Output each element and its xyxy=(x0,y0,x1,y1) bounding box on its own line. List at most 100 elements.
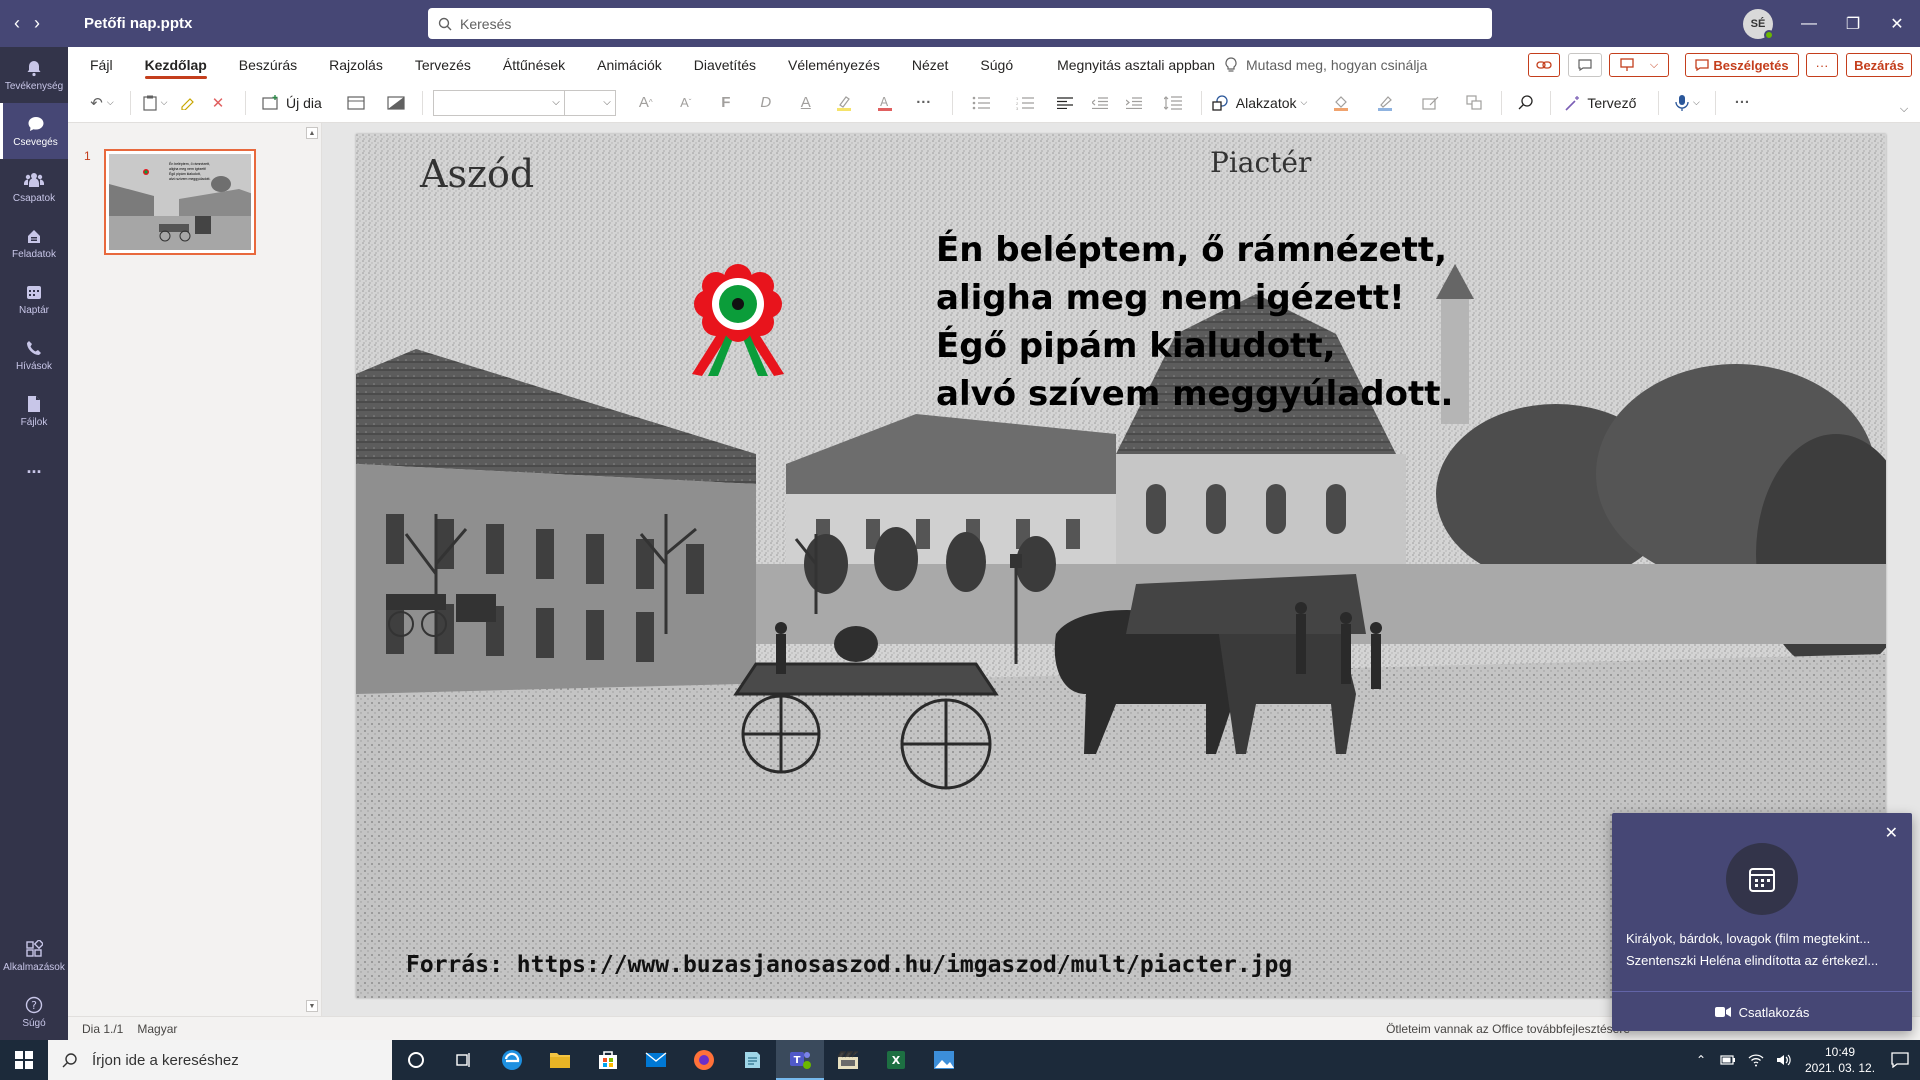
meeting-notification-toast[interactable]: ✕ Királyok, bárdok, lovagok (film megtek… xyxy=(1612,813,1912,1031)
taskbar-clapperboard-app[interactable] xyxy=(824,1040,872,1080)
share-link-button[interactable] xyxy=(1528,53,1560,77)
designer-button[interactable]: Tervező xyxy=(1565,89,1636,117)
rail-item-calendar[interactable]: Naptár xyxy=(0,271,68,327)
thumbnail-scrollbar[interactable]: ▲ ▼ xyxy=(302,123,322,1016)
increase-indent-button[interactable] xyxy=(1117,89,1151,117)
close-document-button[interactable]: Bezárás xyxy=(1846,53,1912,77)
new-slide-button[interactable]: Új dia xyxy=(262,89,322,117)
numbering-button[interactable]: 123 xyxy=(1003,89,1047,117)
italic-button[interactable]: D xyxy=(746,89,786,117)
rail-item-teams[interactable]: Csapatok xyxy=(0,159,68,215)
tab-design[interactable]: Tervezés xyxy=(399,47,487,83)
shape-outline-button[interactable] xyxy=(1365,89,1409,117)
tab-help[interactable]: Súgó xyxy=(964,47,1029,83)
comments-button[interactable] xyxy=(1568,53,1602,77)
grow-font-button[interactable]: A ^ xyxy=(626,89,666,117)
maximize-button[interactable]: ❐ xyxy=(1830,0,1876,47)
font-color-button[interactable]: A xyxy=(866,89,906,117)
font-family-dropdown[interactable]: ⌵ xyxy=(432,89,565,116)
taskbar-photos[interactable] xyxy=(920,1040,968,1080)
slide-thumbnail[interactable]: Én beléptem, ő rámnézett, aligha meg nem… xyxy=(104,149,256,255)
rail-item-chat[interactable]: Csevegés xyxy=(0,103,68,159)
arrange-button[interactable] xyxy=(1453,89,1497,117)
taskbar-notes-app[interactable] xyxy=(728,1040,776,1080)
tab-view[interactable]: Nézet xyxy=(896,47,965,83)
dictate-button[interactable]: ⌵ xyxy=(1665,89,1709,117)
collapse-ribbon-chevron-icon[interactable]: ⌵ xyxy=(1896,95,1912,123)
taskbar-mail[interactable] xyxy=(632,1040,680,1080)
join-meeting-button[interactable]: Csatlakozás xyxy=(1612,993,1912,1031)
tell-me-input[interactable]: Mutasd meg, hogyan csinálja xyxy=(1224,47,1427,83)
underline-button[interactable]: A xyxy=(786,89,826,117)
source-caption[interactable]: Forrás: https://www.buzasjanosaszod.hu/i… xyxy=(406,952,1292,978)
layout-button[interactable] xyxy=(336,89,376,117)
wifi-icon[interactable] xyxy=(1748,1053,1764,1067)
open-in-desktop-button[interactable]: Megnyitás asztali appban xyxy=(1029,47,1231,83)
taskbar-clock[interactable]: 10:49 2021. 03. 12. xyxy=(1800,1044,1880,1076)
tab-review[interactable]: Véleményezés xyxy=(772,47,896,83)
action-center-button[interactable] xyxy=(1880,1040,1920,1080)
chat-conversation-button[interactable]: Beszélgetés xyxy=(1685,53,1799,77)
close-icon[interactable]: ✕ xyxy=(1885,823,1898,843)
back-arrow-icon[interactable]: ‹ xyxy=(14,13,20,34)
paste-button[interactable]: ⌵ xyxy=(137,89,173,117)
volume-icon[interactable] xyxy=(1776,1053,1792,1067)
undo-button[interactable]: ↶ ⌵ xyxy=(82,89,122,117)
minimize-button[interactable]: — xyxy=(1786,0,1832,47)
delete-icon[interactable]: ✕ xyxy=(203,89,233,117)
present-button[interactable]: ⌵ xyxy=(1609,53,1669,77)
taskbar-firefox[interactable] xyxy=(680,1040,728,1080)
tab-draw[interactable]: Rajzolás xyxy=(313,47,399,83)
highlight-button[interactable] xyxy=(826,89,866,117)
tab-slideshow[interactable]: Diavetítés xyxy=(678,47,772,83)
shrink-font-button[interactable]: Aˇ xyxy=(666,89,706,117)
rail-item-calls[interactable]: Hívások xyxy=(0,327,68,383)
avatar[interactable]: SÉ xyxy=(1743,9,1774,40)
tab-home[interactable]: Kezdőlap xyxy=(129,47,223,83)
tab-file[interactable]: Fájl xyxy=(68,47,129,83)
rail-item-apps[interactable]: Alkalmazások xyxy=(0,928,68,984)
forward-arrow-icon[interactable]: › xyxy=(34,13,40,34)
format-painter-button[interactable] xyxy=(173,89,203,117)
taskbar-excel[interactable]: X xyxy=(872,1040,920,1080)
tab-transitions[interactable]: Áttűnések xyxy=(487,47,581,83)
more-font-options-button[interactable]: ··· xyxy=(906,89,942,117)
shape-fill-button[interactable] xyxy=(1321,89,1365,117)
rail-more-button[interactable]: ... xyxy=(0,439,68,495)
rail-item-files[interactable]: Fájlok xyxy=(0,383,68,439)
more-commands-button[interactable]: ··· xyxy=(1722,89,1762,117)
rail-item-assignments[interactable]: Feladatok xyxy=(0,215,68,271)
bullets-button[interactable] xyxy=(959,89,1003,117)
align-button[interactable] xyxy=(1047,89,1083,117)
tab-insert[interactable]: Beszúrás xyxy=(223,47,313,83)
font-size-dropdown[interactable]: ⌵ xyxy=(563,89,616,116)
shape-effects-button[interactable] xyxy=(1409,89,1453,117)
more-options-button[interactable]: ··· xyxy=(1806,53,1838,77)
background-button[interactable] xyxy=(376,89,416,117)
poem-text-box[interactable]: Én beléptem, ő rámnézett, aligha meg nem… xyxy=(936,226,1453,418)
cortana-button[interactable] xyxy=(392,1040,440,1080)
chevron-up-icon[interactable]: ⌃ xyxy=(1696,1053,1706,1067)
shapes-button[interactable]: Alakzatok ⌵ xyxy=(1212,89,1307,117)
language-indicator[interactable]: Magyar xyxy=(137,1022,177,1036)
taskbar-file-explorer[interactable] xyxy=(536,1040,584,1080)
search-input[interactable]: Keresés xyxy=(428,8,1492,39)
taskbar-teams[interactable]: T xyxy=(776,1040,824,1080)
decrease-indent-button[interactable] xyxy=(1083,89,1117,117)
find-button[interactable] xyxy=(1506,89,1546,117)
tab-animations[interactable]: Animációk xyxy=(581,47,678,83)
start-button[interactable] xyxy=(0,1040,48,1080)
taskbar-edge[interactable] xyxy=(488,1040,536,1080)
task-view-button[interactable] xyxy=(440,1040,488,1080)
bold-button[interactable]: F xyxy=(706,89,746,117)
rail-item-activity[interactable]: Tevékenység xyxy=(0,47,68,103)
scroll-up-arrow-icon[interactable]: ▲ xyxy=(306,127,318,139)
line-spacing-button[interactable] xyxy=(1151,89,1195,117)
scroll-down-arrow-icon[interactable]: ▼ xyxy=(306,1000,318,1012)
battery-icon[interactable] xyxy=(1720,1054,1736,1066)
feedback-link[interactable]: Ötleteim vannak az Office továbbfejleszt… xyxy=(1386,1022,1630,1036)
taskbar-store[interactable] xyxy=(584,1040,632,1080)
taskbar-search-input[interactable]: Írjon ide a kereséshez xyxy=(48,1040,392,1080)
rail-item-help[interactable]: ? Súgó xyxy=(0,984,68,1040)
close-window-button[interactable]: ✕ xyxy=(1874,0,1920,47)
